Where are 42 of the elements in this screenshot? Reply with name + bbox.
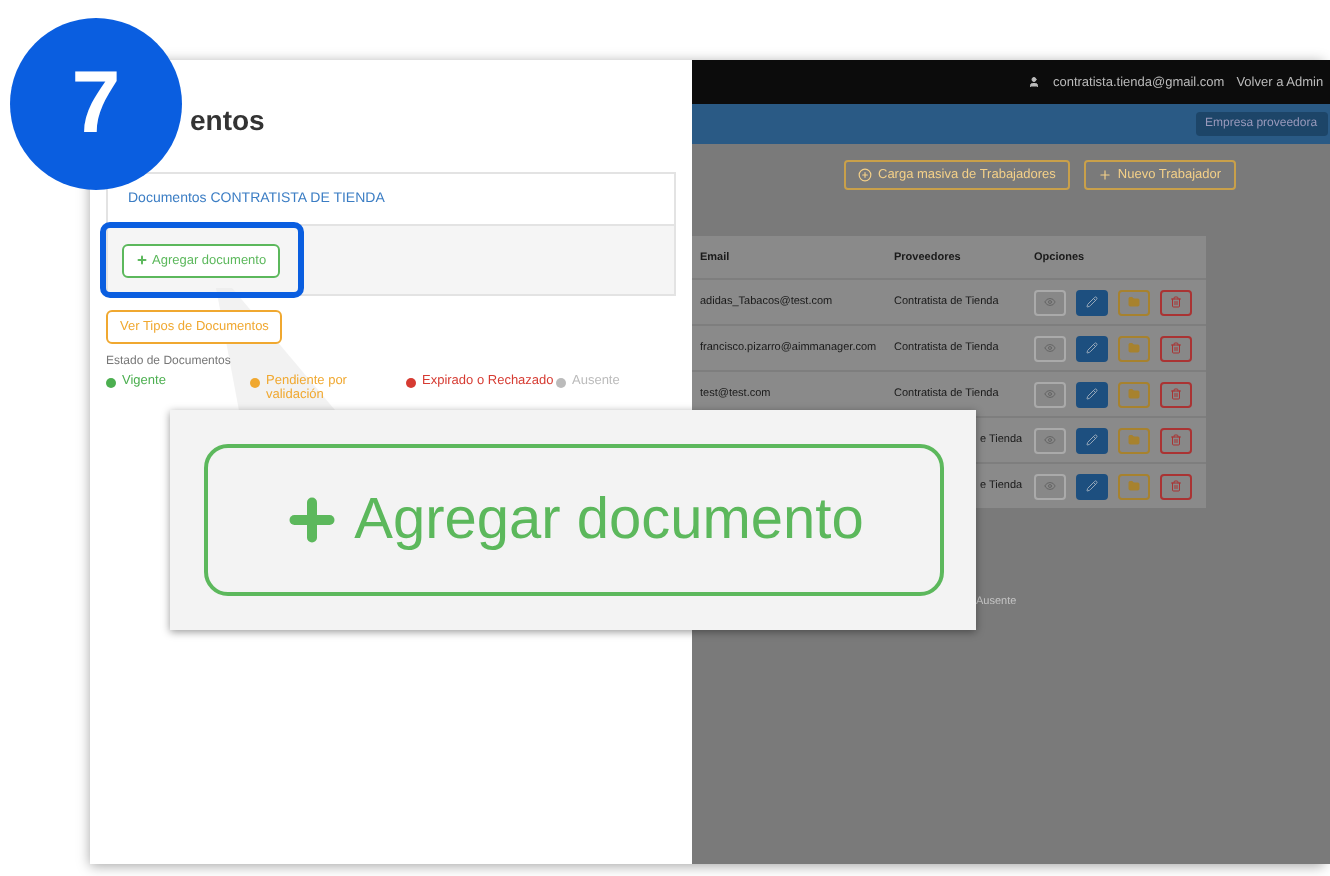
folder-icon [1128,434,1140,446]
eye-icon [1044,296,1056,308]
trash-icon [1170,296,1182,308]
delete-button[interactable] [1160,381,1192,407]
eye-icon [1044,434,1056,446]
folder-icon [1128,480,1140,492]
folder-icon [1128,388,1140,400]
plus-icon [136,254,148,266]
view-button[interactable] [1034,473,1066,499]
folder-icon [1128,342,1140,354]
edit-button[interactable] [1076,381,1108,407]
user-icon [1028,76,1041,88]
delete-button[interactable] [1160,473,1192,499]
step-badge: 7 [10,18,182,190]
eye-icon [1044,388,1056,400]
edit-button[interactable] [1076,335,1108,361]
edit-icon [1086,434,1098,446]
edit-button[interactable] [1076,427,1108,453]
edit-button[interactable] [1076,473,1108,499]
delete-button[interactable] [1160,289,1192,315]
edit-icon [1086,296,1098,308]
edit-icon [1086,342,1098,354]
plus-icon [1097,168,1112,182]
trash-icon [1170,434,1182,446]
add-document-button[interactable]: Agregar documento [203,444,943,596]
trash-icon [1170,342,1182,354]
trash-icon [1170,480,1182,492]
edit-icon [1086,388,1098,400]
eye-icon [1044,342,1056,354]
delete-button[interactable] [1160,427,1192,453]
folder-icon [1128,296,1140,308]
view-button[interactable] [1034,381,1066,407]
plus-circle-icon [858,168,872,182]
edit-button[interactable] [1076,289,1108,315]
trash-icon [1170,388,1182,400]
view-button[interactable] [1034,335,1066,361]
delete-button[interactable] [1160,335,1192,361]
view-button[interactable] [1034,289,1066,315]
eye-icon [1044,480,1056,492]
view-button[interactable] [1034,427,1066,453]
edit-icon [1086,480,1098,492]
modal-title: entos [188,104,267,140]
